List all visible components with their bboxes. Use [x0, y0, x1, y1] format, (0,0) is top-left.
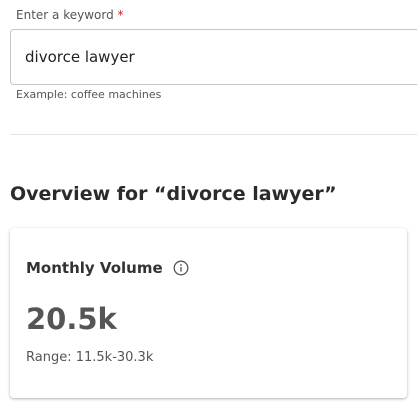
- monthly-volume-title: Monthly Volume: [26, 259, 163, 277]
- section-divider: [10, 134, 417, 135]
- info-circle-icon[interactable]: [173, 260, 189, 276]
- keyword-field-label: Enter a keyword *: [16, 7, 124, 23]
- monthly-volume-range: Range: 11.5k-30.3k: [26, 350, 154, 365]
- required-mark: *: [117, 8, 124, 22]
- keyword-label-text: Enter a keyword: [16, 8, 114, 22]
- overview-heading: Overview for “divorce lawyer”: [10, 183, 337, 205]
- info-circle-icon-svg: [173, 260, 189, 276]
- keyword-input[interactable]: [10, 29, 417, 85]
- monthly-volume-value: 20.5k: [26, 302, 117, 336]
- keyword-helper-text: Example: coffee machines: [16, 88, 162, 101]
- monthly-volume-card: Monthly Volume 20.5k Range: 11.5k-30.3k: [10, 228, 407, 398]
- card-header: Monthly Volume: [26, 258, 189, 278]
